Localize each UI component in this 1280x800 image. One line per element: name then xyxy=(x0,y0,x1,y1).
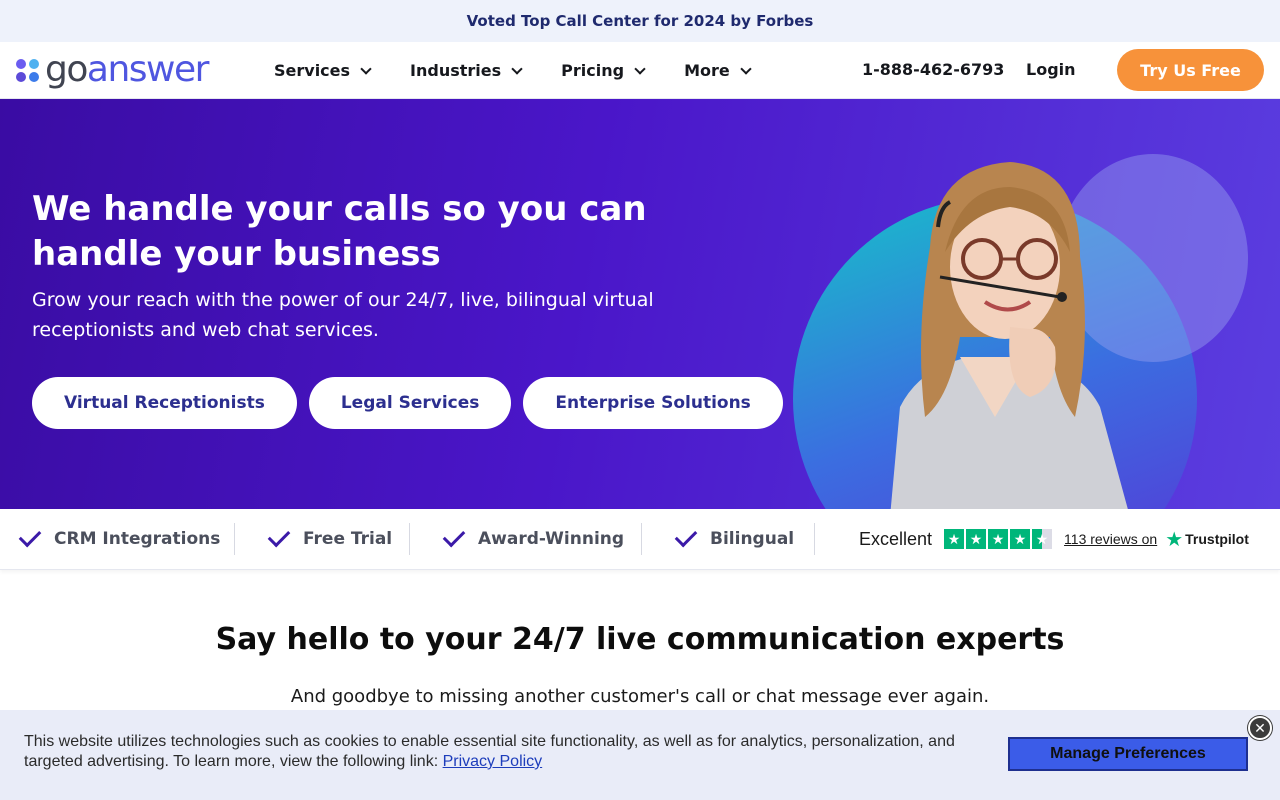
feature-free-trial: Free Trial xyxy=(235,524,409,549)
trustpilot-reviews-link[interactable]: 113 reviews on xyxy=(1064,531,1157,547)
privacy-policy-link[interactable]: Privacy Policy xyxy=(443,753,543,770)
nav-item-more[interactable]: More xyxy=(684,61,752,80)
hero-buttons: Virtual Receptionists Legal Services Ent… xyxy=(32,377,783,429)
chevron-down-icon xyxy=(511,63,523,75)
logo[interactable]: goanswer xyxy=(16,52,256,88)
announcement-bar: Voted Top Call Center for 2024 by Forbes xyxy=(0,0,1280,42)
trustpilot-widget[interactable]: Excellent ★ ★ ★ ★ ★ 113 reviews on ★ Trustpi… xyxy=(859,527,1249,552)
feature-crm-integrations: CRM Integrations xyxy=(18,524,234,549)
manage-preferences-button[interactable]: Manage Preferences xyxy=(1008,737,1248,771)
cookie-banner: This website utilizes technologies such … xyxy=(0,710,1280,800)
login-link[interactable]: Login xyxy=(1026,60,1076,79)
announcement-text: Voted Top Call Center for 2024 by Forbes xyxy=(466,12,814,30)
legal-services-button[interactable]: Legal Services xyxy=(308,377,512,429)
cookie-text: This website utilizes technologies such … xyxy=(24,733,955,770)
features-bar: CRM Integrations Free Trial Award-Winnin… xyxy=(0,509,1280,570)
feature-bilingual: Bilingual xyxy=(642,524,814,549)
check-icon xyxy=(18,524,42,548)
nav-item-pricing[interactable]: Pricing xyxy=(561,61,646,80)
check-icon xyxy=(267,524,291,548)
feature-award-winning: Award-Winning xyxy=(410,524,641,549)
virtual-receptionists-button[interactable]: Virtual Receptionists xyxy=(32,377,297,429)
chevron-down-icon xyxy=(740,63,752,75)
trustpilot-rating-word: Excellent xyxy=(859,528,933,549)
receptionist-image xyxy=(890,162,1128,509)
close-icon[interactable]: ✕ xyxy=(1248,716,1272,740)
nav-item-services[interactable]: Services xyxy=(274,61,372,80)
section-title: Say hello to your 24/7 live communicatio… xyxy=(215,622,1065,657)
nav-menu: Services Industries Pricing More xyxy=(274,61,752,80)
check-icon xyxy=(674,524,698,548)
trustpilot-star-icon: ★ xyxy=(1165,528,1184,551)
trustpilot-brand: Trustpilot xyxy=(1185,531,1249,547)
phone-link[interactable]: 1-888-462-6793 xyxy=(862,60,1004,79)
divider xyxy=(814,523,815,555)
logo-wordmark: goanswer xyxy=(45,49,209,90)
nav-item-industries[interactable]: Industries xyxy=(410,61,523,80)
enterprise-solutions-button[interactable]: Enterprise Solutions xyxy=(523,377,783,429)
trustpilot-stars-icon: ★ ★ ★ ★ ★ xyxy=(944,529,1053,549)
hero-title: We handle your calls so you can handle y… xyxy=(32,189,647,274)
try-us-free-button[interactable]: Try Us Free xyxy=(1117,49,1264,91)
main-nav: goanswer Services Industries Pricing Mor… xyxy=(0,42,1280,99)
check-icon xyxy=(442,524,466,548)
section-subtitle: And goodbye to missing another customer'… xyxy=(290,686,990,707)
chevron-down-icon xyxy=(634,63,646,75)
chevron-down-icon xyxy=(360,63,372,75)
hero-subtitle: Grow your reach with the power of our 24… xyxy=(32,289,654,341)
hero: We handle your calls so you can handle y… xyxy=(0,99,1280,509)
logo-dots-icon xyxy=(16,58,39,82)
